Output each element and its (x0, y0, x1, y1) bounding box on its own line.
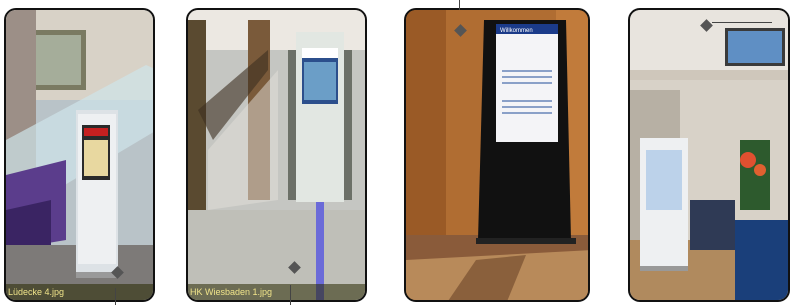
leader-line (115, 288, 116, 305)
atrium-kiosk-photo (188, 10, 365, 300)
photo-card-1[interactable]: Lüdecke 4.jpg (4, 8, 155, 302)
photo-card-3[interactable]: Willkommen (404, 8, 590, 302)
welcome-kiosk-photo: Willkommen (406, 10, 588, 300)
photo-card-2[interactable]: HK Wiesbaden 1.jpg (186, 8, 367, 302)
photo-card-4[interactable] (628, 8, 790, 302)
leader-line (459, 0, 460, 10)
stairwell-kiosk-photo (6, 10, 153, 300)
photo-caption: HK Wiesbaden 1.jpg (188, 284, 365, 300)
photo-caption: Lüdecke 4.jpg (6, 284, 153, 300)
leader-line (290, 285, 291, 305)
lobby-kiosk-photo (630, 10, 788, 300)
leader-line (712, 22, 772, 23)
welcome-screen-text: Willkommen (500, 28, 533, 34)
